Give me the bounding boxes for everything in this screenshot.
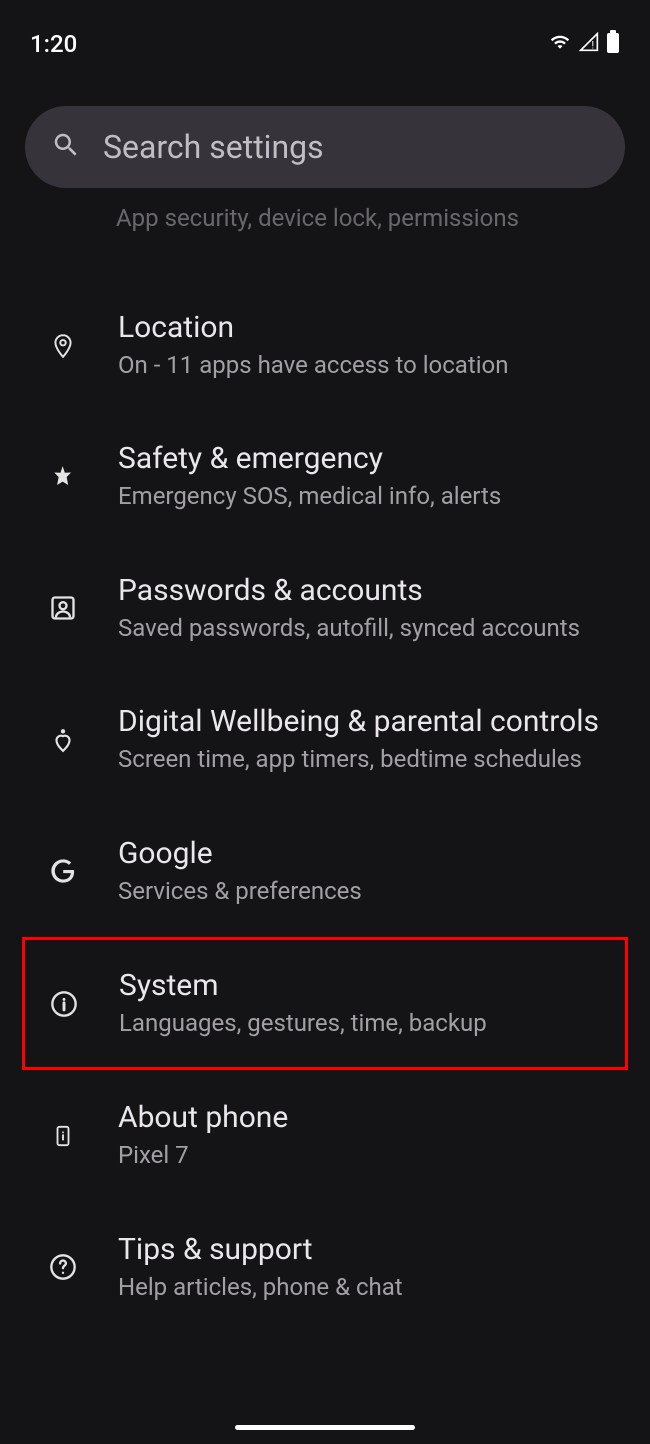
item-subtitle: Languages, gestures, time, backup	[119, 1007, 617, 1039]
item-title: Passwords & accounts	[118, 573, 620, 608]
settings-item-tips[interactable]: Tips & support Help articles, phone & ch…	[0, 1202, 650, 1333]
item-title: Google	[118, 836, 620, 871]
settings-item-google[interactable]: Google Services & preferences	[0, 806, 650, 937]
item-subtitle: Emergency SOS, medical info, alerts	[118, 480, 620, 512]
signal-icon: !	[578, 32, 600, 56]
help-icon	[48, 1252, 78, 1282]
item-subtitle: Help articles, phone & chat	[118, 1271, 620, 1303]
svg-text:!: !	[592, 41, 595, 52]
partial-subtitle: App security, device lock, permissions	[116, 204, 620, 232]
item-subtitle: Saved passwords, autofill, synced accoun…	[118, 612, 620, 644]
settings-list: Location On - 11 apps have access to loc…	[0, 280, 650, 1333]
google-icon	[48, 856, 78, 886]
settings-item-safety[interactable]: Safety & emergency Emergency SOS, medica…	[0, 411, 650, 542]
partial-item-security[interactable]: App security, device lock, permissions	[0, 198, 650, 232]
item-title: System	[119, 968, 617, 1003]
item-subtitle: Services & preferences	[118, 875, 620, 907]
item-subtitle: On - 11 apps have access to location	[118, 349, 620, 381]
item-title: Safety & emergency	[118, 441, 620, 476]
status-icons: !	[548, 30, 620, 58]
item-title: About phone	[118, 1100, 620, 1135]
battery-icon	[606, 30, 620, 58]
settings-item-wellbeing[interactable]: Digital Wellbeing & parental controls Sc…	[0, 674, 650, 805]
account-box-icon	[48, 593, 78, 623]
search-placeholder: Search settings	[103, 128, 324, 166]
status-time: 1:20	[30, 30, 77, 58]
settings-item-about[interactable]: About phone Pixel 7	[0, 1070, 650, 1201]
status-bar: 1:20 !	[0, 0, 650, 60]
search-icon	[51, 130, 81, 164]
wellbeing-icon	[48, 725, 78, 755]
item-title: Tips & support	[118, 1232, 620, 1267]
wifi-icon	[548, 32, 572, 56]
item-subtitle: Screen time, app timers, bedtime schedul…	[118, 743, 620, 775]
location-icon	[48, 331, 78, 361]
settings-item-passwords[interactable]: Passwords & accounts Saved passwords, au…	[0, 543, 650, 674]
navigation-handle[interactable]	[235, 1425, 415, 1430]
emergency-icon	[48, 462, 78, 492]
phone-icon	[48, 1121, 78, 1151]
item-title: Digital Wellbeing & parental controls	[118, 704, 620, 739]
info-icon	[49, 989, 79, 1019]
settings-item-system[interactable]: System Languages, gestures, time, backup	[22, 937, 628, 1070]
item-subtitle: Pixel 7	[118, 1139, 620, 1171]
item-title: Location	[118, 310, 620, 345]
settings-item-location[interactable]: Location On - 11 apps have access to loc…	[0, 280, 650, 411]
search-bar[interactable]: Search settings	[25, 106, 625, 188]
